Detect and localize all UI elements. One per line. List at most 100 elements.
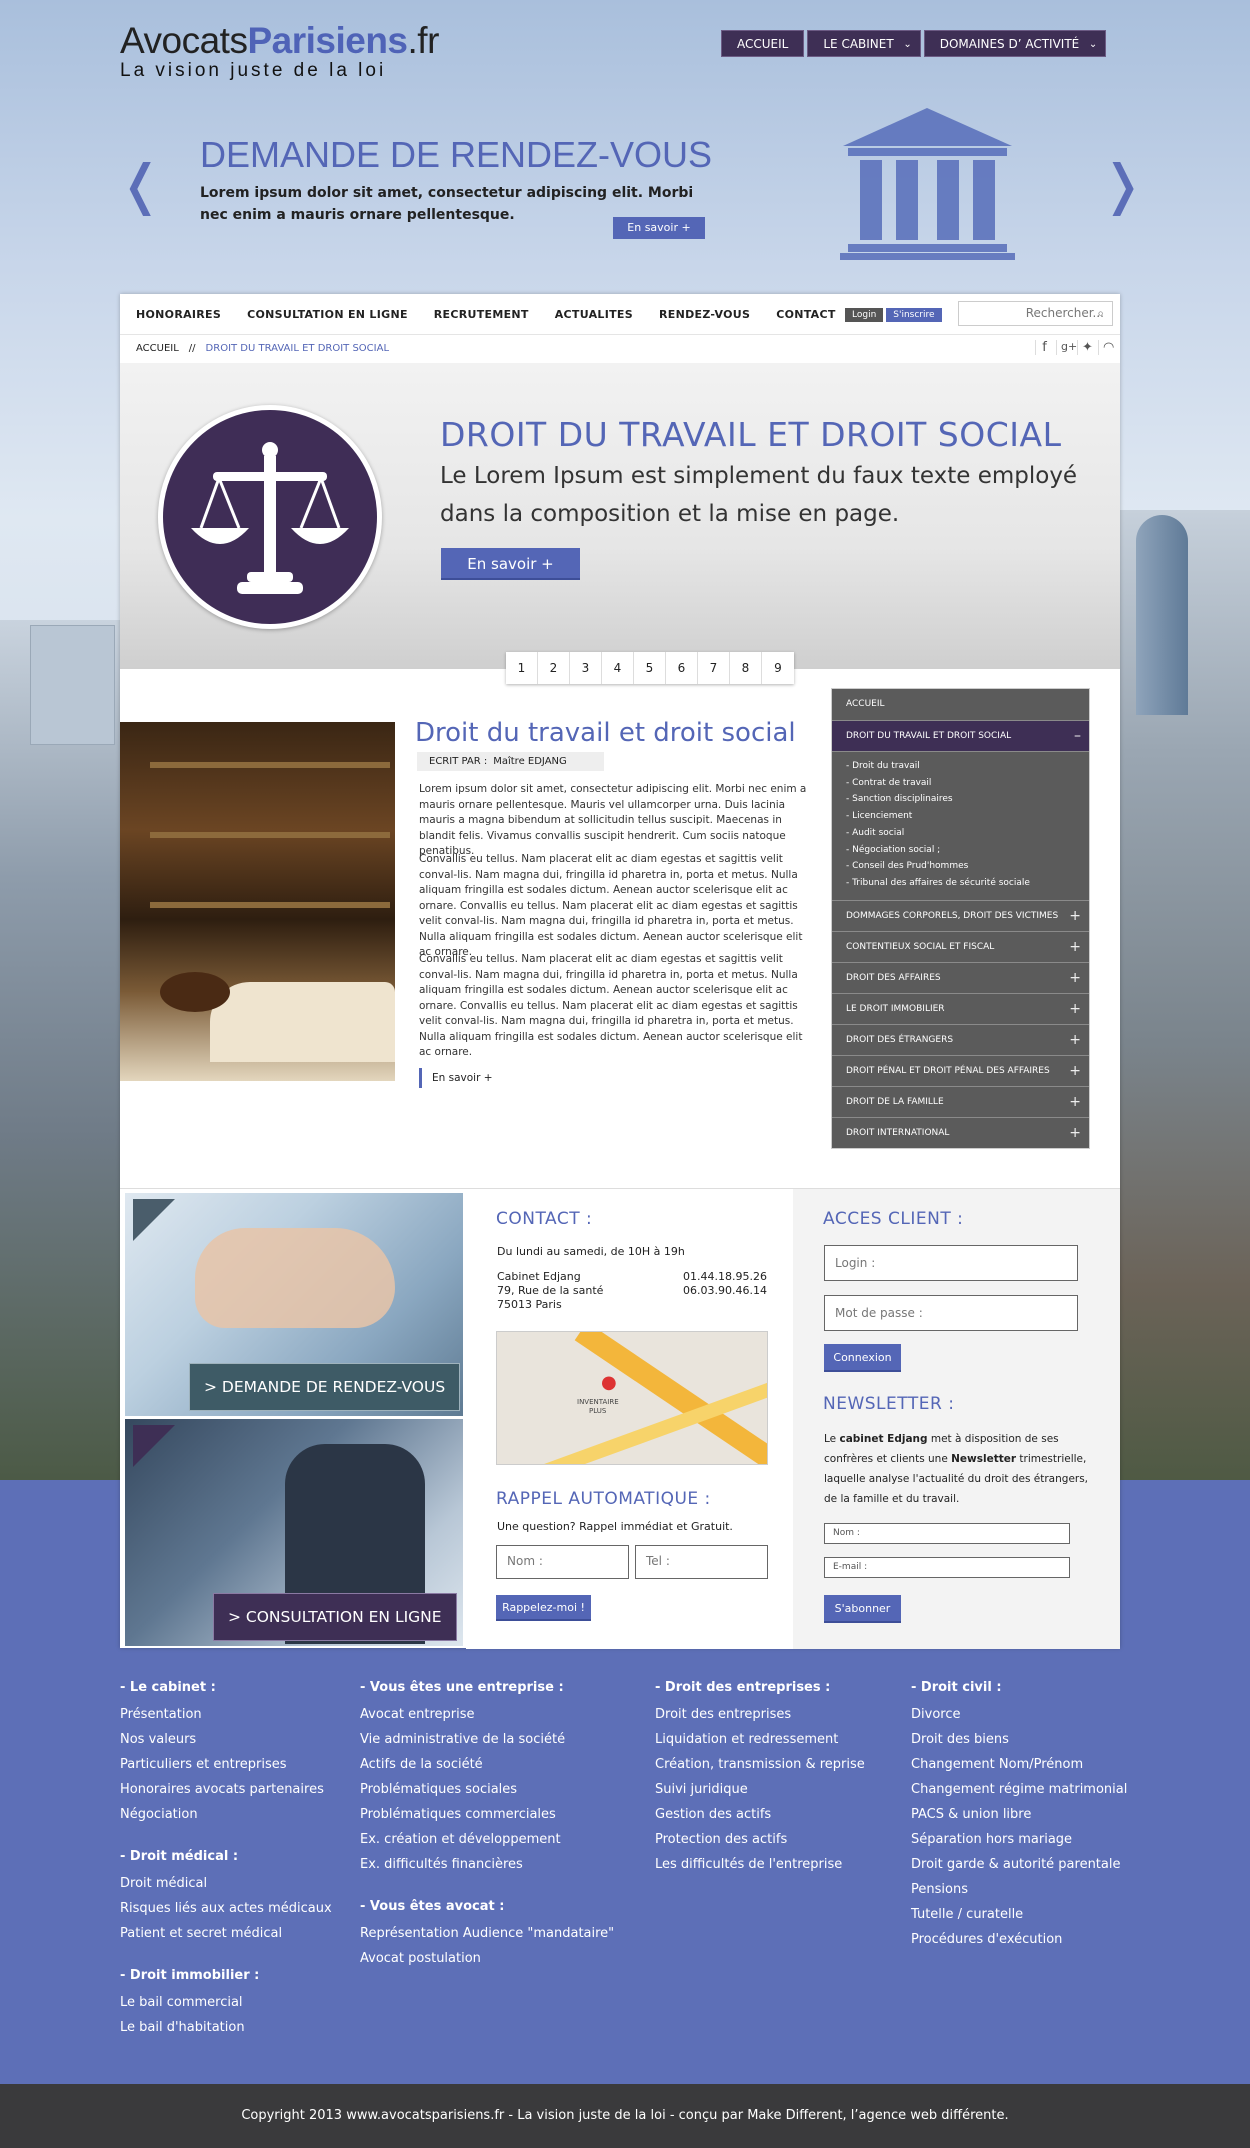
- page-link[interactable]: 3: [570, 652, 602, 684]
- footer-link[interactable]: Procédures d'exécution: [911, 1927, 1127, 1952]
- submenu-item[interactable]: - Droit du travail: [846, 758, 1089, 775]
- page-link[interactable]: 5: [634, 652, 666, 684]
- sidebar-item[interactable]: DROIT PÉNAL ET DROIT PÉNAL DES AFFAIRES +: [832, 1054, 1089, 1087]
- footer-link[interactable]: Suivi juridique: [655, 1777, 865, 1802]
- slider-next-arrow-icon[interactable]: ❭: [1100, 158, 1145, 212]
- rdv-button[interactable]: > DEMANDE DE RENDEZ-VOUS: [189, 1363, 461, 1411]
- sidebar-item-droit-du-travail[interactable]: DROIT DU TRAVAIL ET DROIT SOCIAL –: [832, 720, 1089, 751]
- footer-link[interactable]: Liquidation et redressement: [655, 1727, 865, 1752]
- sidebar-item-accueil[interactable]: ACCUEIL: [832, 689, 1089, 720]
- login-field[interactable]: Login :: [824, 1245, 1078, 1281]
- page-link[interactable]: 7: [698, 652, 730, 684]
- sidebar-item[interactable]: LE DROIT IMMOBILIER +: [832, 992, 1089, 1025]
- footer-link[interactable]: Présentation: [120, 1702, 332, 1727]
- footer-link[interactable]: Droit des biens: [911, 1727, 1127, 1752]
- location-map[interactable]: ● INVENTAIRE PLUS: [496, 1331, 768, 1465]
- main-nav-contact[interactable]: CONTACT: [776, 308, 835, 321]
- page-link[interactable]: 1: [506, 652, 538, 684]
- footer-link[interactable]: Tutelle / curatelle: [911, 1902, 1127, 1927]
- collapse-icon[interactable]: –: [1074, 721, 1081, 752]
- submenu-item[interactable]: - Conseil des Prud'hommes: [846, 858, 1089, 875]
- footer-link[interactable]: Séparation hors mariage: [911, 1827, 1127, 1852]
- newsletter-name-field[interactable]: Nom :: [824, 1523, 1070, 1544]
- login-button[interactable]: Login: [845, 308, 884, 322]
- footer-link[interactable]: Représentation Audience "mandataire": [360, 1921, 614, 1946]
- footer-link[interactable]: Honoraires avocats partenaires: [120, 1777, 332, 1802]
- footer-link[interactable]: Protection des actifs: [655, 1827, 865, 1852]
- sidebar-item[interactable]: DROIT INTERNATIONAL +: [832, 1116, 1089, 1149]
- main-nav-recrutement[interactable]: RECRUTEMENT: [434, 308, 529, 321]
- search-icon[interactable]: ⌕: [1097, 302, 1104, 325]
- sidebar-item[interactable]: DROIT DES AFFAIRES +: [832, 961, 1089, 994]
- newsletter-email-field[interactable]: E-mail :: [824, 1557, 1070, 1578]
- footer-link[interactable]: Problématiques commerciales: [360, 1802, 614, 1827]
- footer-link[interactable]: Ex. difficultés financières: [360, 1852, 614, 1877]
- hero-more-button[interactable]: En savoir +: [613, 217, 705, 239]
- consultation-button[interactable]: > CONSULTATION EN LIGNE: [213, 1593, 457, 1641]
- page-link[interactable]: 4: [602, 652, 634, 684]
- submenu-item[interactable]: - Audit social: [846, 825, 1089, 842]
- search-input[interactable]: Rechercher... ⌕: [958, 301, 1113, 326]
- footer-link[interactable]: Changement régime matrimonial: [911, 1777, 1127, 1802]
- main-nav-consultation[interactable]: CONSULTATION EN LIGNE: [247, 308, 408, 321]
- connexion-button[interactable]: Connexion: [824, 1344, 901, 1372]
- main-nav-actualites[interactable]: ACTUALITES: [555, 308, 633, 321]
- page-link[interactable]: 8: [730, 652, 762, 684]
- sidebar-item[interactable]: CONTENTIEUX SOCIAL ET FISCAL +: [832, 930, 1089, 963]
- article-more-link[interactable]: En savoir +: [419, 1068, 493, 1088]
- sidebar-item[interactable]: DOMMAGES CORPORELS, DROIT DES VICTIMES +: [832, 899, 1089, 932]
- signup-button[interactable]: S'inscrire: [886, 308, 942, 322]
- top-nav-domaines[interactable]: DOMAINES D’ ACTIVITÉ ⌄: [923, 30, 1107, 57]
- page-link[interactable]: 2: [538, 652, 570, 684]
- page-link[interactable]: 9: [762, 652, 794, 684]
- footer-link[interactable]: Création, transmission & reprise: [655, 1752, 865, 1777]
- plus-icon[interactable]: +: [1069, 1118, 1081, 1149]
- submenu-item[interactable]: - Négociation social ;: [846, 842, 1089, 859]
- footer-link[interactable]: Divorce: [911, 1702, 1127, 1727]
- footer-link[interactable]: Droit des entreprises: [655, 1702, 865, 1727]
- sidebar-item[interactable]: DROIT DE LA FAMILLE +: [832, 1085, 1089, 1118]
- footer-link[interactable]: Actifs de la société: [360, 1752, 614, 1777]
- footer-link[interactable]: Changement Nom/Prénom: [911, 1752, 1127, 1777]
- footer-link[interactable]: Problématiques sociales: [360, 1777, 614, 1802]
- footer-link[interactable]: Droit garde & autorité parentale: [911, 1852, 1127, 1877]
- footer-link[interactable]: Avocat entreprise: [360, 1702, 614, 1727]
- rappel-tel-field[interactable]: Tel :: [635, 1545, 768, 1579]
- slider-prev-arrow-icon[interactable]: ❬: [118, 158, 163, 212]
- footer-link[interactable]: Avocat postulation: [360, 1946, 614, 1971]
- footer-link[interactable]: Droit médical: [120, 1871, 332, 1896]
- banner-more-button[interactable]: En savoir +: [441, 548, 580, 580]
- footer-link[interactable]: Particuliers et entreprises: [120, 1752, 332, 1777]
- footer-link[interactable]: Risques liés aux actes médicaux: [120, 1896, 332, 1921]
- footer-link[interactable]: Négociation: [120, 1802, 332, 1827]
- sidebar-item[interactable]: DROIT DES ÉTRANGERS +: [832, 1023, 1089, 1055]
- rappel-name-field[interactable]: Nom :: [496, 1545, 629, 1579]
- submenu-item[interactable]: - Tribunal des affaires de sécurité soci…: [846, 875, 1089, 892]
- breadcrumb-home[interactable]: ACCUEIL: [136, 343, 179, 354]
- plus-icon[interactable]: +: [1069, 963, 1081, 994]
- promo-consultation[interactable]: > CONSULTATION EN LIGNE: [125, 1419, 463, 1646]
- submenu-item[interactable]: - Contrat de travail: [846, 775, 1089, 792]
- plus-icon[interactable]: +: [1069, 994, 1081, 1025]
- plus-icon[interactable]: +: [1069, 1056, 1081, 1087]
- footer-link[interactable]: Le bail d'habitation: [120, 2015, 332, 2040]
- plus-icon[interactable]: +: [1069, 901, 1081, 932]
- site-logo[interactable]: AvocatsParisiens.fr La vision juste de l…: [120, 20, 439, 82]
- rss-icon[interactable]: ◠: [1098, 340, 1114, 355]
- promo-rendez-vous[interactable]: > DEMANDE DE RENDEZ-VOUS: [125, 1193, 463, 1416]
- submenu-item[interactable]: - Licenciement: [846, 808, 1089, 825]
- footer-link[interactable]: Ex. création et développement: [360, 1827, 614, 1852]
- main-nav-rendez-vous[interactable]: RENDEZ-VOUS: [659, 308, 750, 321]
- subscribe-button[interactable]: S'abonner: [824, 1595, 901, 1623]
- rappel-button[interactable]: Rappelez-moi !: [496, 1595, 591, 1621]
- footer-link[interactable]: Patient et secret médical: [120, 1921, 332, 1946]
- plus-icon[interactable]: +: [1069, 1087, 1081, 1118]
- footer-link[interactable]: Pensions: [911, 1877, 1127, 1902]
- top-nav-accueil[interactable]: ACCUEIL: [721, 30, 805, 57]
- plus-icon[interactable]: +: [1069, 932, 1081, 963]
- footer-link[interactable]: Nos valeurs: [120, 1727, 332, 1752]
- footer-link[interactable]: Le bail commercial: [120, 1990, 332, 2015]
- footer-link[interactable]: Les difficultés de l'entreprise: [655, 1852, 865, 1877]
- submenu-item[interactable]: - Sanction disciplinaires: [846, 791, 1089, 808]
- google-plus-icon[interactable]: g+: [1056, 340, 1077, 355]
